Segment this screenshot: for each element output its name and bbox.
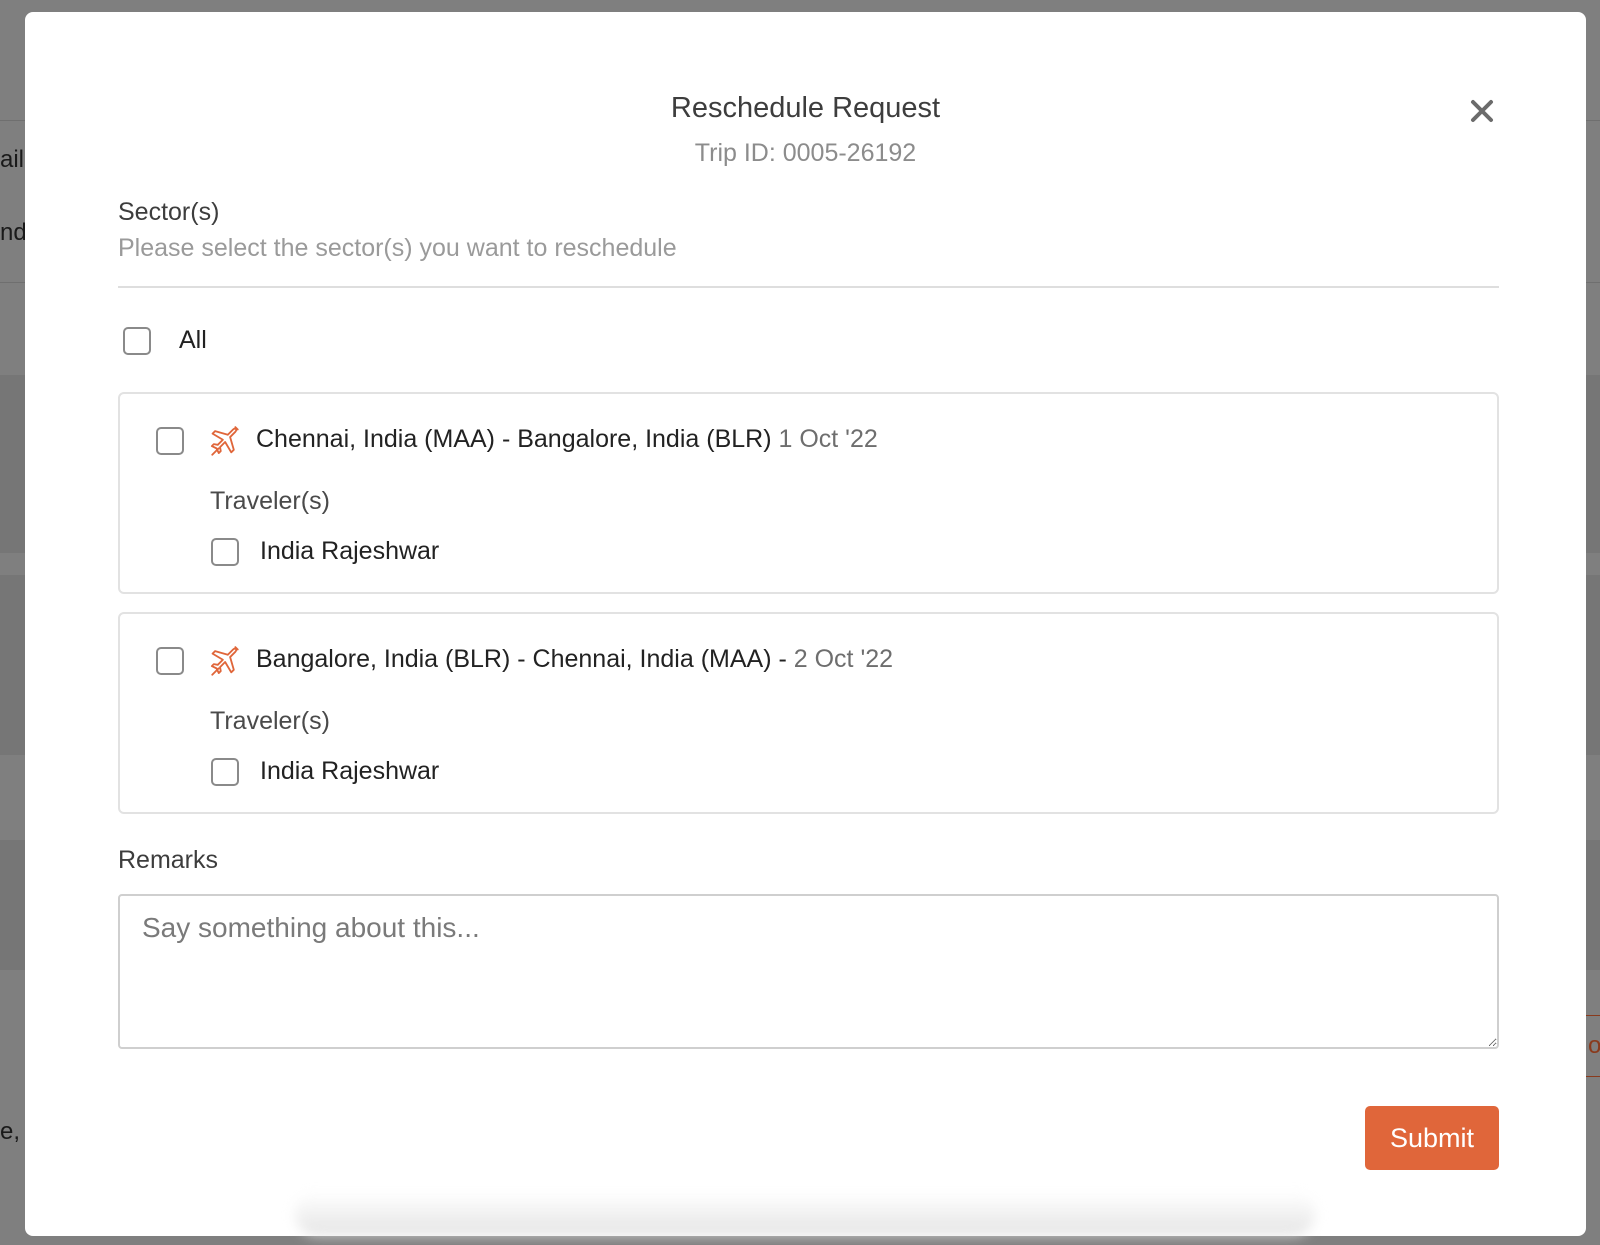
traveler-name[interactable]: India Rajeshwar	[260, 757, 439, 786]
traveler-checkbox[interactable]	[211, 538, 239, 566]
sector-checkbox[interactable]	[156, 647, 184, 675]
select-all-label[interactable]: All	[179, 326, 207, 355]
reschedule-modal: Reschedule Request Trip ID: 0005-26192 S…	[25, 12, 1586, 1236]
background-text: nd	[0, 219, 27, 246]
sector-card: Chennai, India (MAA) - Bangalore, India …	[118, 392, 1499, 594]
sectors-hint: Please select the sector(s) you want to …	[118, 234, 677, 262]
sector-route: Bangalore, India (BLR) - Chennai, India …	[256, 645, 893, 674]
select-all-checkbox[interactable]	[123, 327, 151, 355]
modal-title: Reschedule Request	[670, 92, 941, 124]
traveler-name[interactable]: India Rajeshwar	[260, 537, 439, 566]
remarks-label: Remarks	[118, 846, 219, 874]
sector-card: Bangalore, India (BLR) - Chennai, India …	[118, 612, 1499, 814]
close-icon	[1471, 100, 1493, 122]
sector-date: 1 Oct '22	[778, 425, 878, 453]
sector-date: 2 Oct '22	[793, 645, 894, 673]
close-button[interactable]	[1465, 94, 1499, 128]
modal-bottom-shadow	[295, 1192, 1315, 1236]
travelers-label: Traveler(s)	[210, 487, 330, 515]
sector-checkbox[interactable]	[156, 427, 184, 455]
background-text: ail	[0, 146, 25, 173]
sectors-label: Sector(s)	[118, 198, 220, 226]
travelers-label: Traveler(s)	[210, 707, 330, 735]
airplane-icon	[208, 425, 242, 459]
submit-button[interactable]: Submit	[1365, 1106, 1499, 1170]
traveler-checkbox[interactable]	[211, 758, 239, 786]
route-text: Bangalore, India (BLR) - Chennai, India …	[256, 645, 787, 673]
trip-id: Trip ID: 0005-26192	[694, 139, 917, 167]
route-text: Chennai, India (MAA) - Bangalore, India …	[256, 425, 772, 453]
divider	[118, 286, 1499, 288]
background-button: ok	[1585, 1015, 1600, 1077]
airplane-icon	[208, 645, 242, 679]
remarks-input[interactable]	[118, 894, 1499, 1049]
sector-route: Chennai, India (MAA) - Bangalore, India …	[256, 425, 878, 454]
